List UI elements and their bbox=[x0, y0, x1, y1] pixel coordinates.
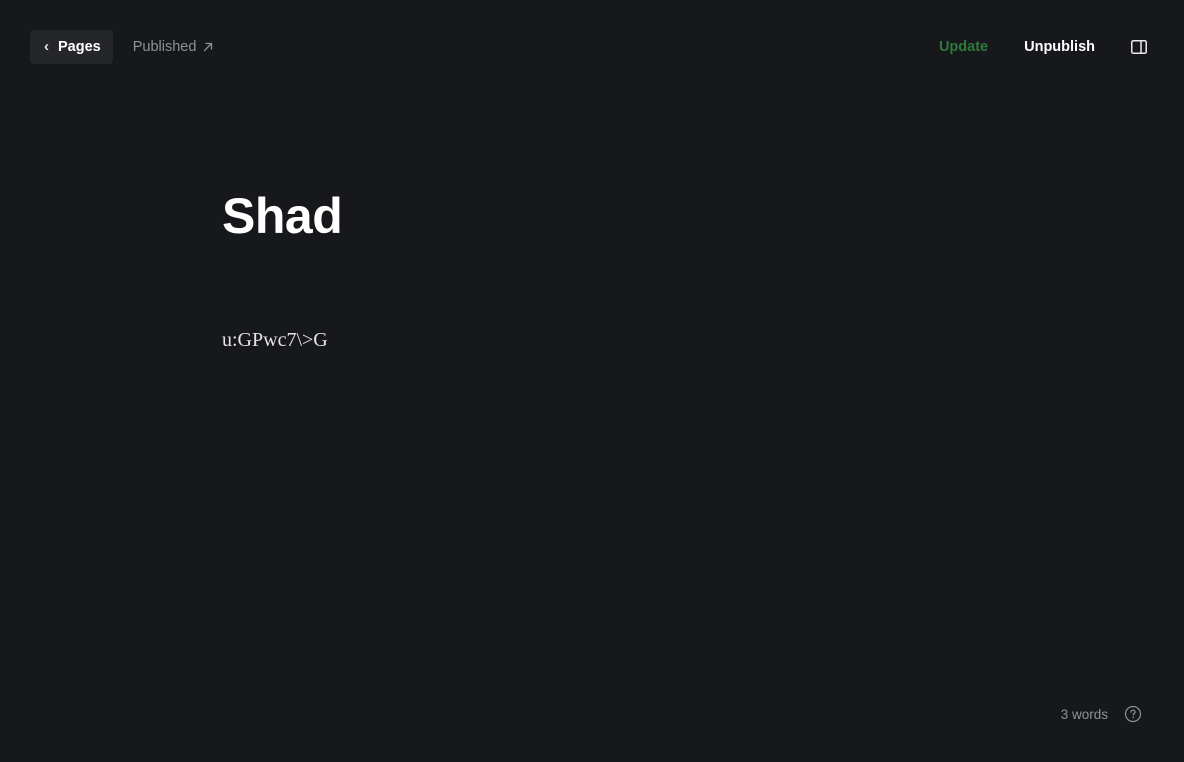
published-link[interactable]: Published bbox=[133, 39, 215, 55]
back-to-pages-button[interactable]: ‹ Pages bbox=[30, 30, 113, 64]
sidebar-toggle-icon bbox=[1131, 40, 1147, 54]
back-button-label: Pages bbox=[58, 39, 101, 55]
help-button[interactable] bbox=[1124, 705, 1142, 723]
editor-page: ‹ Pages Published Update Unpublish Shad … bbox=[0, 0, 1184, 762]
update-button[interactable]: Update bbox=[939, 39, 988, 55]
unpublish-button[interactable]: Unpublish bbox=[1024, 39, 1095, 55]
published-label: Published bbox=[132, 39, 197, 55]
editor-footer: 3 words bbox=[1061, 704, 1142, 724]
sidebar-toggle-button[interactable] bbox=[1130, 38, 1148, 56]
page-title[interactable]: Shad bbox=[222, 184, 343, 248]
question-circle-icon bbox=[1124, 705, 1142, 723]
arrow-up-right-icon bbox=[204, 42, 213, 52]
word-count: 3 words bbox=[1060, 706, 1108, 722]
chevron-left-icon: ‹ bbox=[44, 37, 49, 55]
body-text[interactable]: u:GPwc7\>G bbox=[222, 326, 328, 354]
topbar-right: Update Unpublish bbox=[939, 30, 1148, 64]
topbar-left: ‹ Pages Published bbox=[30, 30, 214, 64]
